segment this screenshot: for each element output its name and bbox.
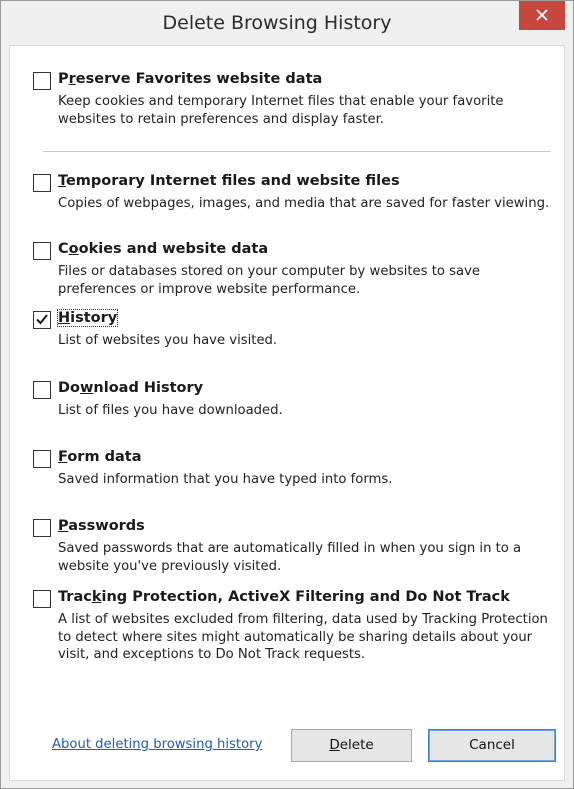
preserve-favorites-checkbox[interactable] [33, 72, 51, 90]
close-icon [536, 6, 548, 25]
close-button[interactable] [519, 1, 565, 30]
dialog-content: Preserve Favorites website data Keep coo… [9, 45, 565, 781]
history-checkbox[interactable] [33, 311, 51, 329]
option-description: Saved information that you have typed in… [58, 472, 393, 487]
option-title: Download History [58, 380, 204, 396]
option-title: Passwords [58, 518, 145, 534]
option-description: A list of websites excluded from filteri… [58, 612, 548, 662]
download-history-checkbox[interactable] [33, 381, 51, 399]
option-description: Keep cookies and temporary Internet file… [58, 94, 504, 127]
temporary-files-checkbox[interactable] [33, 174, 51, 192]
delete-browsing-history-dialog: Delete Browsing History Preserve Favorit… [0, 0, 574, 789]
option-description: Saved passwords that are automatically f… [58, 541, 522, 574]
option-title: Cookies and website data [58, 241, 269, 257]
delete-button[interactable]: Delete [291, 729, 412, 762]
option-description: Files or databases stored on your comput… [58, 264, 481, 297]
option-title: Tracking Protection, ActiveX Filtering a… [58, 589, 510, 605]
option-title: Form data [58, 449, 142, 465]
option-title: Temporary Internet files and website fil… [58, 173, 400, 189]
tracking-protection-checkbox[interactable] [33, 590, 51, 608]
checkmark-icon [35, 311, 49, 330]
about-deleting-history-link[interactable]: About deleting browsing history [52, 737, 262, 752]
title-bar: Delete Browsing History [1, 1, 573, 45]
passwords-checkbox[interactable] [33, 519, 51, 537]
cookies-checkbox[interactable] [33, 242, 51, 260]
dialog-title: Delete Browsing History [162, 12, 392, 34]
option-description: List of websites you have visited. [58, 333, 278, 348]
option-title: History [56, 309, 119, 327]
form-data-checkbox[interactable] [33, 450, 51, 468]
separator [43, 151, 551, 152]
cancel-button[interactable]: Cancel [428, 729, 556, 762]
option-description: Copies of webpages, images, and media th… [58, 196, 550, 211]
option-description: List of files you have downloaded. [58, 403, 283, 418]
option-title: Preserve Favorites website data [58, 71, 323, 87]
